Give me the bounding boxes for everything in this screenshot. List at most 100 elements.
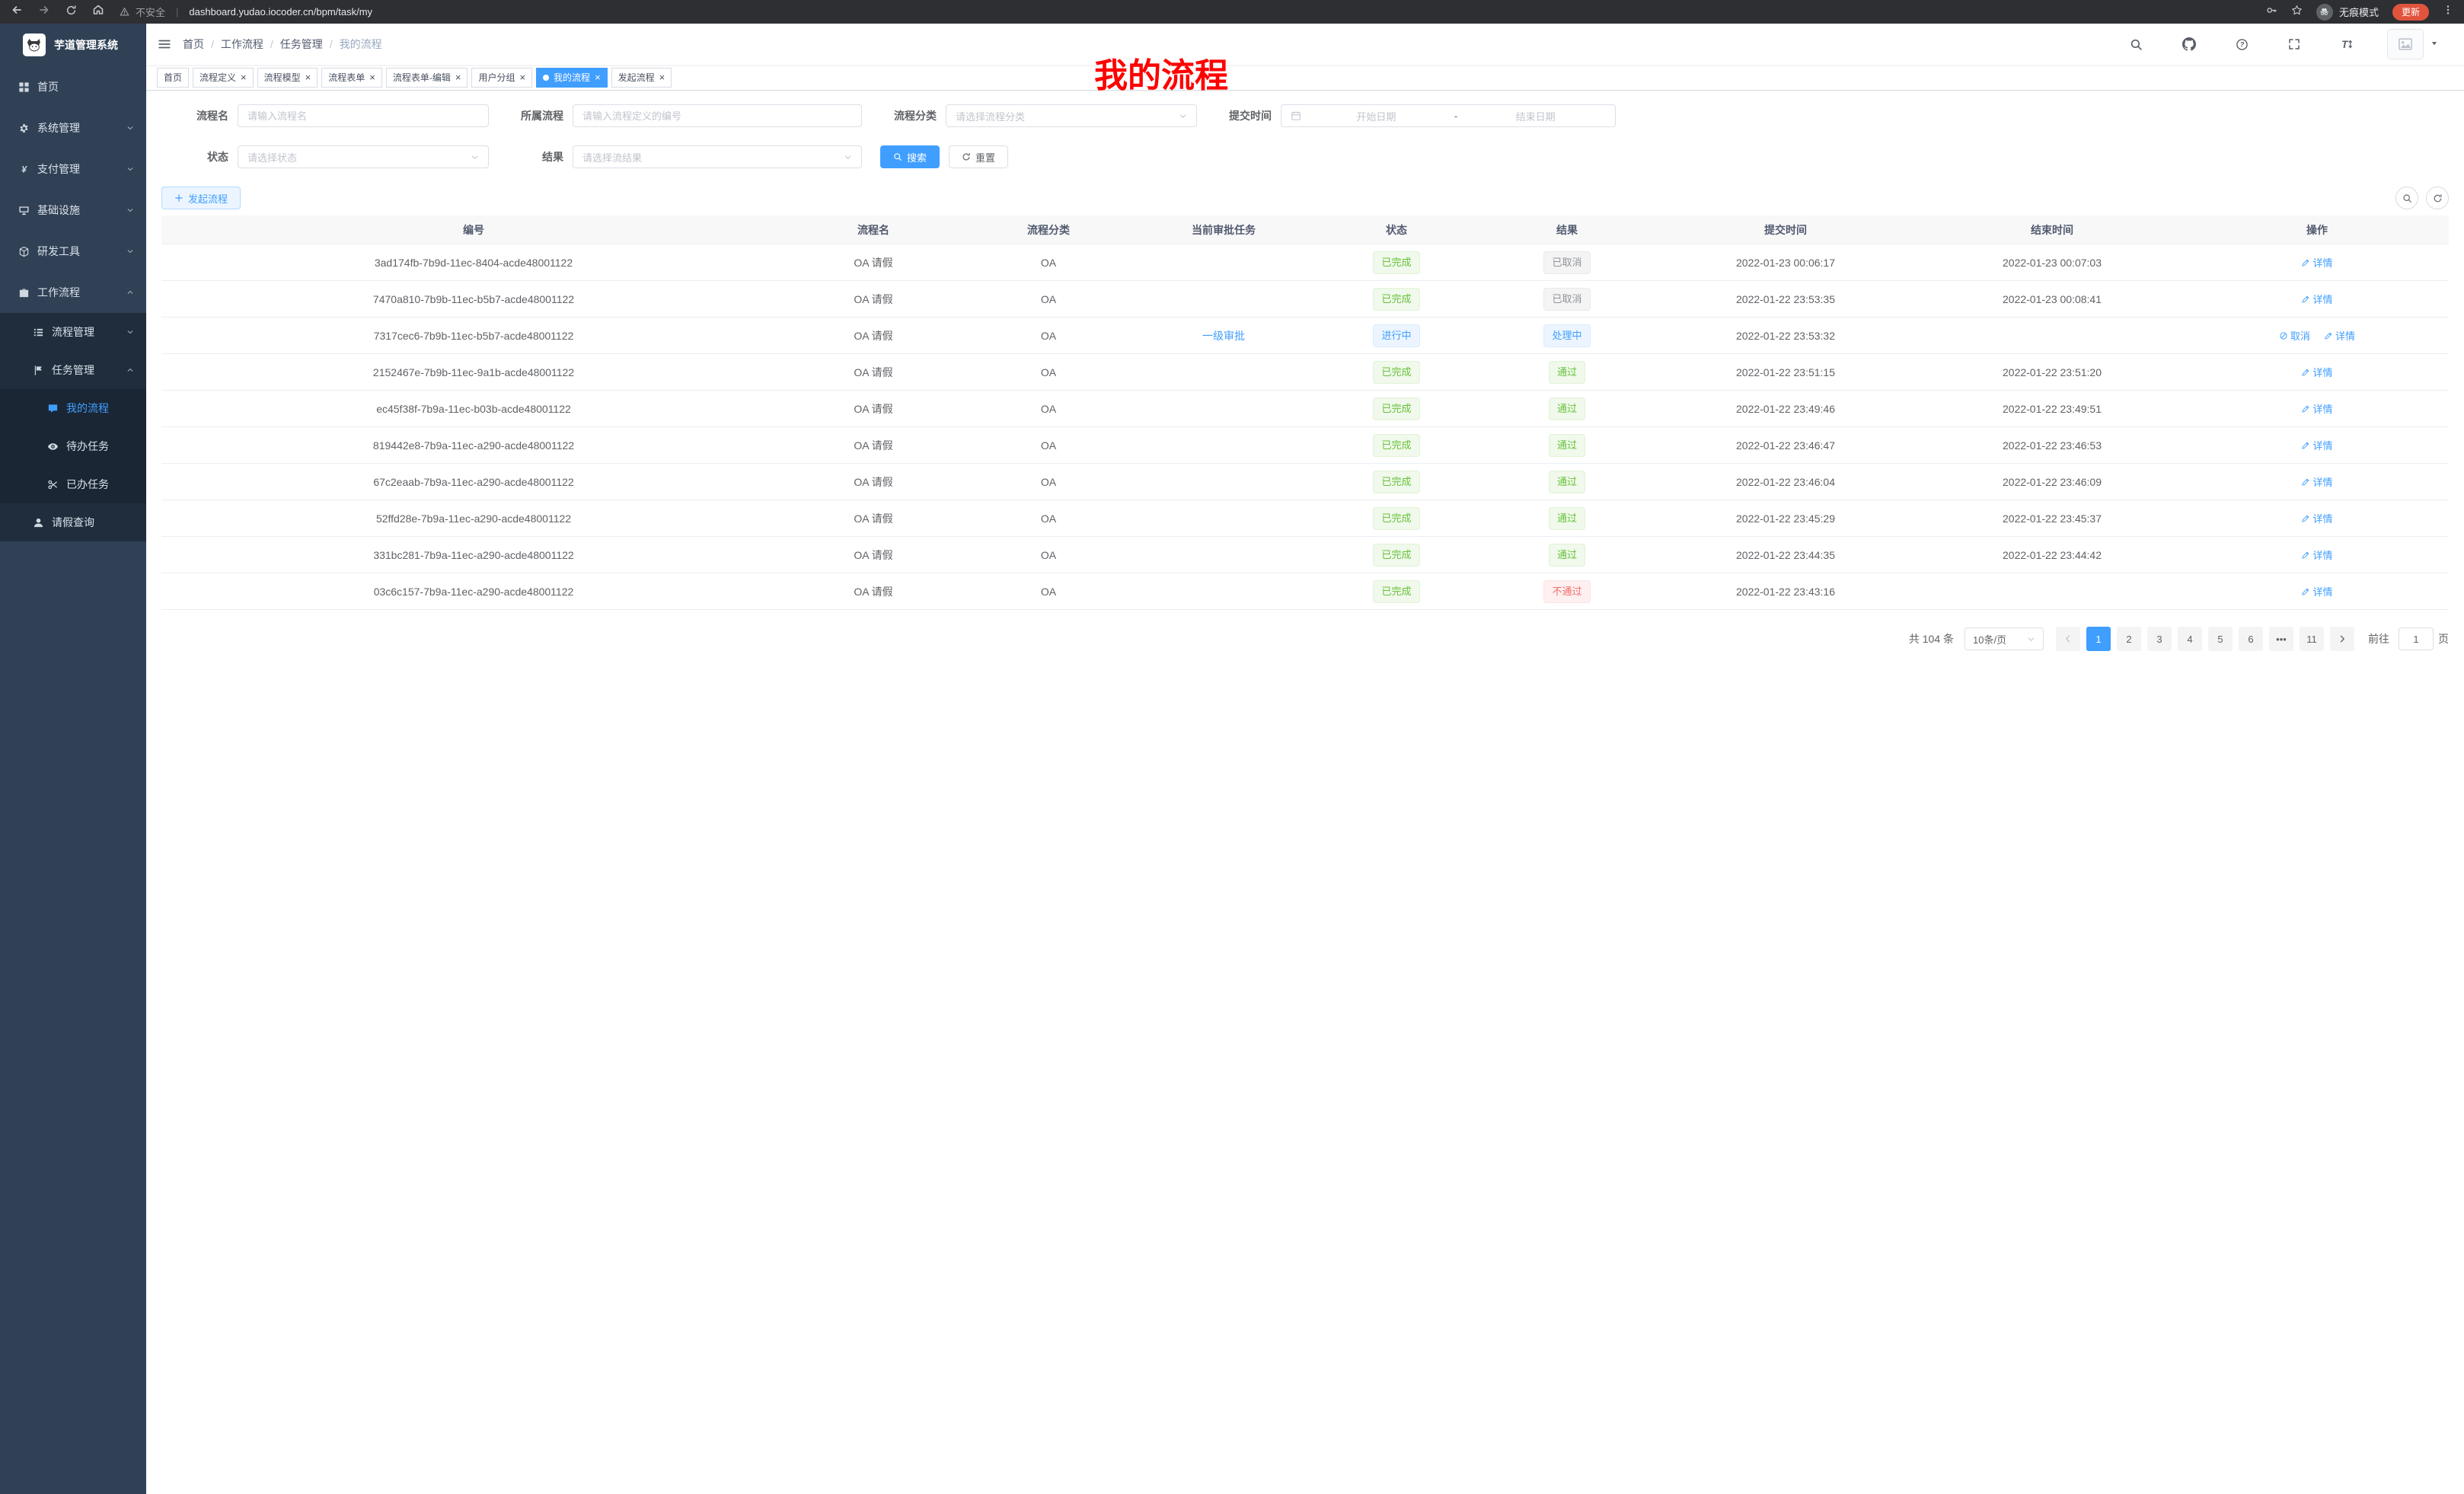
sidebar-item[interactable]: 任务管理 bbox=[0, 351, 146, 389]
goto-page-input[interactable] bbox=[2399, 627, 2434, 650]
browser-reload-button[interactable] bbox=[65, 5, 77, 20]
cell-submit-time: 2022-01-22 23:53:32 bbox=[1652, 330, 1919, 342]
category-select[interactable]: 请选择流程分类 bbox=[946, 104, 1197, 127]
action-label: 取消 bbox=[2290, 328, 2310, 343]
sidebar-item[interactable]: 首页 bbox=[0, 66, 146, 107]
detail-action-link[interactable]: 详情 bbox=[2301, 584, 2332, 599]
pagination-prev-button[interactable] bbox=[2056, 627, 2080, 651]
tab-item[interactable]: 我的流程× bbox=[536, 68, 608, 88]
github-button[interactable] bbox=[2162, 24, 2216, 65]
cell-status: 已完成 bbox=[1311, 507, 1482, 530]
sidebar-item[interactable]: 我的流程 bbox=[0, 389, 146, 427]
sidebar-item[interactable]: ¥支付管理 bbox=[0, 148, 146, 190]
detail-action-link[interactable]: 详情 bbox=[2301, 547, 2332, 562]
font-size-button[interactable]: T bbox=[2320, 24, 2373, 65]
result-select[interactable]: 请选择流结果 bbox=[573, 145, 862, 168]
breadcrumb-item[interactable]: 任务管理 bbox=[280, 37, 323, 52]
cell-result: 已取消 bbox=[1482, 288, 1652, 311]
tab-close-icon[interactable]: × bbox=[519, 72, 525, 82]
app-logo[interactable]: 芋道管理系统 bbox=[0, 24, 146, 66]
detail-action-link[interactable]: 详情 bbox=[2301, 255, 2332, 270]
workflow-icon bbox=[18, 287, 30, 298]
browser-address-bar[interactable]: 不安全 | dashboard.yudao.iocoder.cn/bpm/tas… bbox=[120, 5, 372, 19]
detail-action-link[interactable]: 详情 bbox=[2301, 365, 2332, 379]
status-badge: 已完成 bbox=[1373, 471, 1419, 493]
detail-action-link[interactable]: 详情 bbox=[2301, 292, 2332, 306]
tab-item[interactable]: 首页 bbox=[157, 68, 189, 88]
toggle-search-button[interactable] bbox=[2395, 187, 2418, 209]
process-def-input[interactable] bbox=[573, 104, 862, 127]
breadcrumb-item[interactable]: 工作流程 bbox=[221, 37, 263, 52]
cell-submit-time: 2022-01-22 23:49:46 bbox=[1652, 403, 1919, 415]
refresh-table-button[interactable] bbox=[2426, 187, 2449, 209]
sidebar-item[interactable]: 研发工具 bbox=[0, 231, 146, 272]
pagination-page-button[interactable]: 6 bbox=[2239, 627, 2263, 651]
search-button[interactable]: 搜索 bbox=[880, 145, 940, 168]
sidebar-item[interactable]: 流程管理 bbox=[0, 313, 146, 351]
sidebar-item[interactable]: 基础设施 bbox=[0, 190, 146, 231]
reset-button[interactable]: 重置 bbox=[949, 145, 1008, 168]
tab-item[interactable]: 用户分组× bbox=[471, 68, 532, 88]
tab-item[interactable]: 流程定义× bbox=[193, 68, 254, 88]
tab-close-icon[interactable]: × bbox=[305, 72, 311, 82]
help-button[interactable]: ? bbox=[2216, 24, 2268, 65]
tab-item[interactable]: 流程表单-编辑× bbox=[386, 68, 468, 88]
tab-close-icon[interactable]: × bbox=[455, 72, 461, 82]
cell-end-time: 2022-01-22 23:46:53 bbox=[1919, 439, 2185, 452]
status-badge: 已完成 bbox=[1373, 434, 1419, 457]
sidebar-item-label: 基础设施 bbox=[37, 203, 126, 218]
pagination-next-button[interactable] bbox=[2330, 627, 2354, 651]
browser-home-button[interactable] bbox=[92, 4, 104, 20]
status-select[interactable]: 请选择状态 bbox=[238, 145, 489, 168]
yen-icon: ¥ bbox=[18, 164, 30, 175]
cell-process-name: OA 请假 bbox=[786, 511, 961, 526]
table-row: ec45f38f-7b9a-11ec-b03b-acde48001122OA 请… bbox=[161, 391, 2449, 427]
tab-close-icon[interactable]: × bbox=[241, 72, 247, 82]
browser-forward-button[interactable] bbox=[38, 4, 50, 20]
pagination-page-button[interactable]: 4 bbox=[2178, 627, 2202, 651]
bookmark-star-icon[interactable] bbox=[2291, 5, 2303, 20]
pagination-page-button[interactable]: 11 bbox=[2300, 627, 2324, 651]
detail-action-link[interactable]: 详情 bbox=[2301, 511, 2332, 525]
breadcrumb-item[interactable]: 首页 bbox=[183, 37, 204, 52]
sidebar-item[interactable]: 请假查询 bbox=[0, 503, 146, 541]
update-button[interactable]: 更新 bbox=[2392, 4, 2429, 21]
pagination-page-button[interactable]: 2 bbox=[2117, 627, 2141, 651]
pagination-page-button[interactable]: 3 bbox=[2147, 627, 2172, 651]
create-process-button[interactable]: 发起流程 bbox=[161, 187, 241, 209]
detail-action-link[interactable]: 详情 bbox=[2301, 438, 2332, 452]
sidebar-item[interactable]: 系统管理 bbox=[0, 107, 146, 148]
sidebar-item[interactable]: 待办任务 bbox=[0, 427, 146, 465]
process-name-input[interactable] bbox=[238, 104, 489, 127]
browser-menu-button[interactable] bbox=[2443, 5, 2453, 19]
tab-item[interactable]: 发起流程× bbox=[611, 68, 672, 88]
sidebar-item[interactable]: 工作流程 bbox=[0, 272, 146, 313]
tab-item[interactable]: 流程模型× bbox=[257, 68, 318, 88]
tab-close-icon[interactable]: × bbox=[369, 72, 375, 82]
tab-close-icon[interactable]: × bbox=[595, 72, 601, 82]
sidebar-item-label: 工作流程 bbox=[37, 285, 126, 300]
breadcrumb: 首页 / 工作流程 / 任务管理 / 我的流程 bbox=[183, 37, 382, 52]
header-search-button[interactable] bbox=[2110, 24, 2162, 65]
pagination-more-button[interactable]: ••• bbox=[2269, 627, 2293, 651]
current-task-link[interactable]: 一级审批 bbox=[1202, 330, 1245, 342]
pagination-page-button[interactable]: 5 bbox=[2208, 627, 2233, 651]
browser-back-button[interactable] bbox=[11, 4, 23, 20]
active-tab-dot bbox=[543, 75, 549, 81]
column-header: 结束时间 bbox=[1919, 222, 2185, 238]
sidebar-toggle-button[interactable] bbox=[146, 24, 183, 65]
cancel-action-link[interactable]: 取消 bbox=[2279, 328, 2310, 343]
tab-close-icon[interactable]: × bbox=[659, 72, 665, 82]
sidebar-item[interactable]: 已办任务 bbox=[0, 465, 146, 503]
fullscreen-button[interactable] bbox=[2268, 24, 2320, 65]
detail-action-link[interactable]: 详情 bbox=[2324, 328, 2355, 343]
chevron-down-icon bbox=[471, 153, 479, 161]
detail-action-link[interactable]: 详情 bbox=[2301, 474, 2332, 489]
submit-time-range-input[interactable]: 开始日期 - 结束日期 bbox=[1281, 104, 1616, 127]
page-size-select[interactable]: 10条/页 bbox=[1964, 627, 2044, 650]
password-key-icon[interactable] bbox=[2266, 5, 2277, 20]
pagination-page-button[interactable]: 1 bbox=[2086, 627, 2111, 651]
tab-item[interactable]: 流程表单× bbox=[321, 68, 382, 88]
detail-action-link[interactable]: 详情 bbox=[2301, 401, 2332, 416]
user-avatar-menu[interactable] bbox=[2387, 29, 2438, 59]
